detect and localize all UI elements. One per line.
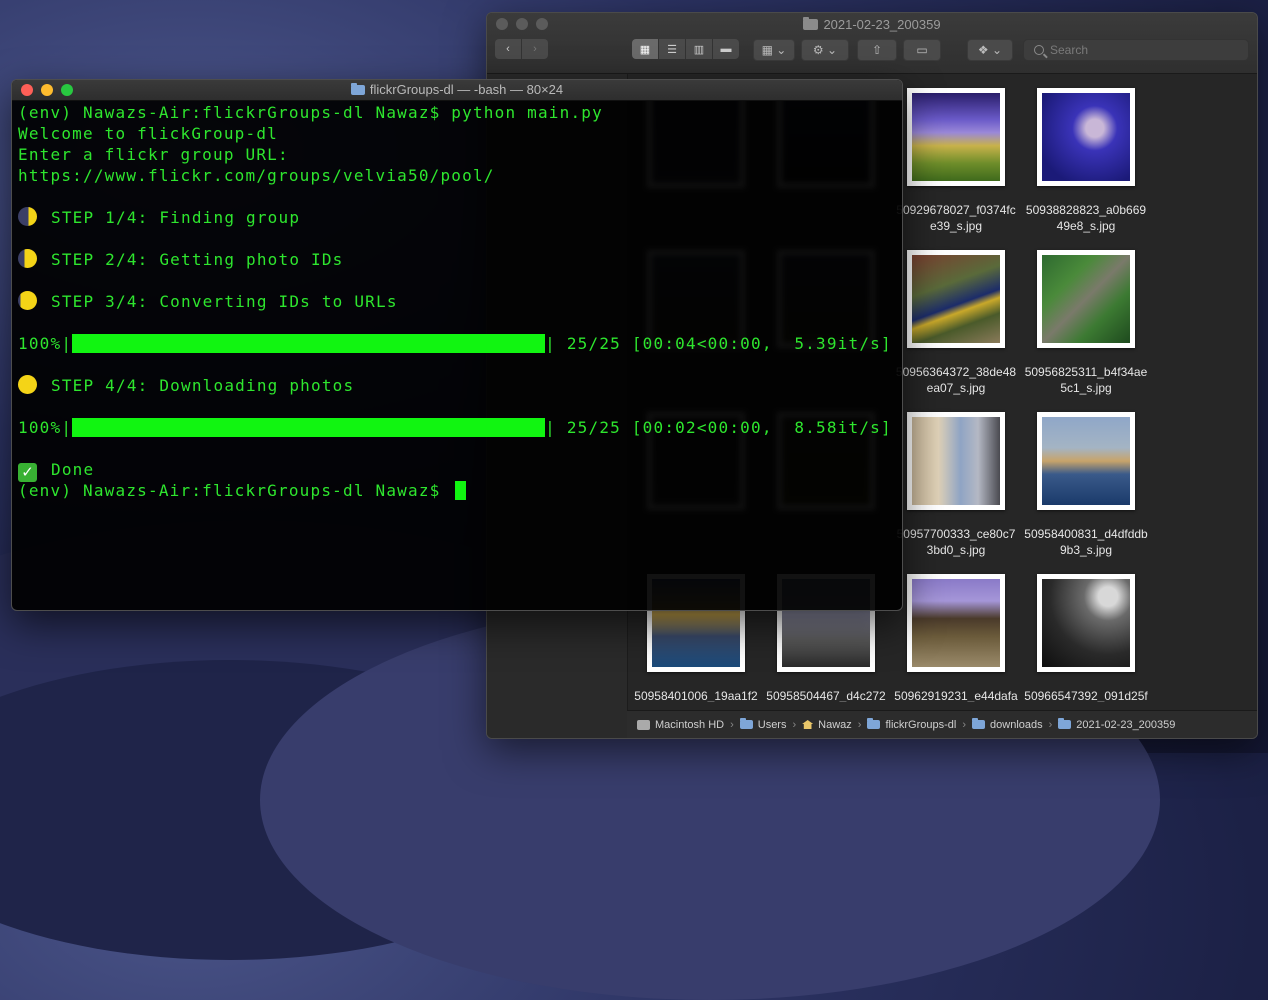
file-tile[interactable]: 50966547392_091d25f699_s.jpg bbox=[1021, 574, 1151, 702]
path-crumb[interactable]: flickrGroups-dl bbox=[867, 718, 956, 731]
file-name: 50938828823_a0b66949e8_s.jpg bbox=[1025, 203, 1147, 233]
folder-icon bbox=[803, 17, 819, 30]
prompt-line: (env) Nawazs-Air:flickrGroups-dl Nawaz$ bbox=[18, 480, 902, 501]
folder-icon bbox=[867, 718, 881, 729]
command-line: (env) Nawazs-Air:flickrGroups-dl Nawaz$ … bbox=[18, 103, 603, 122]
progress-line: 100%| | 25/25 [00:04<00:00, 5.39it/s] bbox=[18, 334, 892, 353]
file-tile[interactable]: 50962919231_e44dafa85f_s.jpg bbox=[891, 574, 1021, 702]
file-tile[interactable]: 50957700333_ce80c73bd0_s.jpg bbox=[891, 412, 1021, 558]
file-tile[interactable]: 50929678027_f0374fce39_s.jpg bbox=[891, 88, 1021, 234]
path-crumb[interactable]: Macintosh HD bbox=[637, 719, 724, 731]
gallery-view-button[interactable]: ▬ bbox=[713, 39, 739, 59]
folder-icon bbox=[739, 718, 753, 729]
nav-buttons: ‹ › bbox=[495, 39, 548, 59]
group-button[interactable]: ▦ ⌄ bbox=[753, 39, 795, 61]
tag-icon: ▭ bbox=[916, 43, 928, 57]
thumbnail bbox=[1037, 412, 1135, 510]
file-name: 50962919231_e44dafa85f_s.jpg bbox=[894, 689, 1018, 702]
folder-icon bbox=[1058, 718, 1072, 729]
step-line: STEP 1/4: Finding group bbox=[18, 207, 902, 228]
file-tile[interactable]: 50958400831_d4dfddb9b3_s.jpg bbox=[1021, 412, 1151, 558]
gear-icon: ⚙ ⌄ bbox=[812, 43, 838, 57]
action-button[interactable]: ⚙ ⌄ bbox=[801, 39, 849, 61]
file-name: 50958504467_d4c2724a1f_s.jpg bbox=[766, 689, 886, 702]
file-tile[interactable]: 50956825311_b4f34ae5c1_s.jpg bbox=[1021, 250, 1151, 396]
share-button[interactable]: ⇧ bbox=[857, 39, 897, 61]
folder-icon bbox=[350, 83, 365, 95]
search-input[interactable] bbox=[1050, 43, 1230, 57]
back-button[interactable]: ‹ bbox=[495, 39, 522, 59]
step-line: STEP 3/4: Converting IDs to URLs bbox=[18, 291, 902, 312]
path-crumb[interactable]: Nawaz bbox=[802, 719, 852, 731]
output-line: Enter a flickr group URL: bbox=[18, 145, 289, 164]
terminal-console[interactable]: (env) Nawazs-Air:flickrGroups-dl Nawaz$ … bbox=[18, 102, 902, 610]
progress-fill bbox=[72, 334, 546, 353]
search-field[interactable] bbox=[1023, 39, 1249, 61]
path-crumb[interactable]: 2021-02-23_200359 bbox=[1058, 718, 1175, 731]
output-line: https://www.flickr.com/groups/velvia50/p… bbox=[18, 166, 495, 185]
thumbnail bbox=[907, 88, 1005, 186]
full-moon-icon bbox=[18, 375, 37, 394]
grid-icon: ▦ ⌄ bbox=[761, 43, 787, 57]
moon-icon bbox=[18, 207, 37, 226]
file-name: 50958401006_19aa1f2a3f_s.jpg bbox=[634, 689, 758, 702]
list-view-button[interactable]: ☰ bbox=[659, 39, 686, 59]
search-icon bbox=[1034, 45, 1044, 55]
icon-view-button[interactable]: ▦ bbox=[632, 39, 659, 59]
file-name: 50929678027_f0374fce39_s.jpg bbox=[896, 203, 1016, 233]
path-separator: › bbox=[730, 718, 734, 731]
done-line: ✓ Done bbox=[18, 459, 902, 482]
tags-button[interactable]: ▭ bbox=[903, 39, 941, 61]
thumbnail bbox=[907, 574, 1005, 672]
dropbox-icon: ❖ ⌄ bbox=[977, 43, 1003, 57]
file-name: 50958400831_d4dfddb9b3_s.jpg bbox=[1024, 527, 1148, 557]
step-line: STEP 2/4: Getting photo IDs bbox=[18, 249, 902, 270]
path-crumb[interactable]: Users bbox=[739, 718, 786, 731]
share-icon: ⇧ bbox=[871, 43, 883, 57]
thumbnail bbox=[907, 250, 1005, 348]
finder-titlebar: 2021-02-23_200359 ‹ › ▦ ☰ ▥ ▬ ▦ ⌄ ⚙ ⌄ ⇧ … bbox=[487, 13, 1257, 74]
progress-bar bbox=[72, 418, 546, 437]
folder-icon bbox=[972, 718, 986, 729]
file-name: 50956825311_b4f34ae5c1_s.jpg bbox=[1024, 365, 1148, 395]
moon-icon bbox=[18, 249, 37, 268]
thumbnail bbox=[1037, 250, 1135, 348]
file-name: 50956364372_38de48ea07_s.jpg bbox=[895, 365, 1017, 395]
terminal-window: flickrGroups-dl — -bash — 80×24 (env) Na… bbox=[11, 79, 903, 611]
path-separator: › bbox=[1048, 718, 1053, 731]
path-separator: › bbox=[857, 718, 862, 731]
progress-fill bbox=[72, 418, 546, 437]
terminal-title: flickrGroups-dl — -bash — 80×24 bbox=[12, 82, 902, 97]
progress-bar bbox=[72, 334, 546, 353]
thumbnail bbox=[1037, 88, 1135, 186]
file-name: 50966547392_091d25f699_s.jpg bbox=[1024, 689, 1148, 702]
path-separator: › bbox=[962, 718, 967, 731]
column-view-button[interactable]: ▥ bbox=[686, 39, 713, 59]
cursor bbox=[455, 481, 467, 500]
progress-line: 100%| | 25/25 [00:02<00:00, 8.58it/s] bbox=[18, 418, 892, 437]
dropbox-button[interactable]: ❖ ⌄ bbox=[967, 39, 1013, 61]
step-line: STEP 4/4: Downloading photos bbox=[18, 375, 902, 396]
finder-title: 2021-02-23_200359 bbox=[487, 17, 1257, 32]
path-separator: › bbox=[792, 718, 797, 731]
file-tile[interactable]: 50938828823_a0b66949e8_s.jpg bbox=[1021, 88, 1151, 234]
file-name: 50957700333_ce80c73bd0_s.jpg bbox=[896, 527, 1016, 557]
view-mode-switcher: ▦ ☰ ▥ ▬ bbox=[632, 39, 739, 59]
file-tile[interactable]: 50956364372_38de48ea07_s.jpg bbox=[891, 250, 1021, 396]
hard-drive-icon bbox=[637, 719, 650, 730]
path-crumb[interactable]: downloads bbox=[972, 718, 1043, 731]
thumbnail bbox=[907, 412, 1005, 510]
terminal-titlebar: flickrGroups-dl — -bash — 80×24 bbox=[12, 80, 902, 101]
home-icon bbox=[802, 720, 814, 729]
thumbnail bbox=[1037, 574, 1135, 672]
path-bar: Macintosh HD › Users › Nawaz › flickrGroups… bbox=[627, 710, 1257, 738]
output-line: Welcome to flickGroup-dl bbox=[18, 124, 278, 143]
moon-icon bbox=[18, 291, 37, 310]
forward-button[interactable]: › bbox=[522, 39, 548, 59]
